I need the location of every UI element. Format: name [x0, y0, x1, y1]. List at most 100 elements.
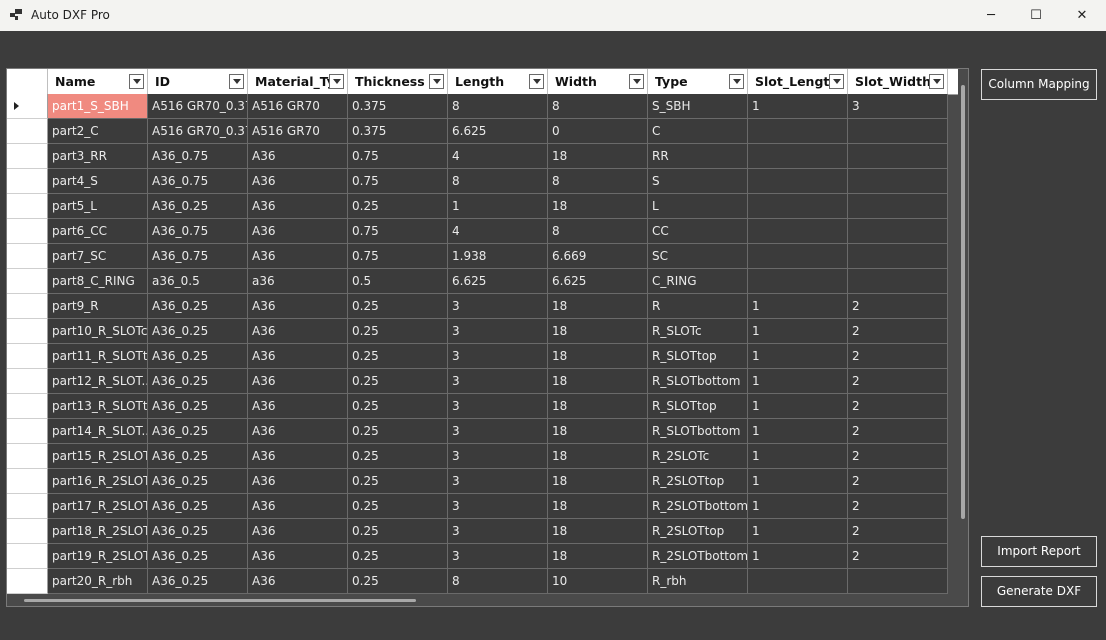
table-cell[interactable]: 2	[848, 344, 948, 369]
table-cell[interactable]: 0.25	[348, 419, 448, 444]
column-mapping-button[interactable]: Column Mapping	[981, 69, 1097, 100]
table-row[interactable]: part19_R_2SLOT...A36_0.25A360.25318R_2SL…	[7, 544, 958, 569]
table-cell[interactable]: 18	[548, 419, 648, 444]
table-cell[interactable]: 2	[848, 469, 948, 494]
table-cell[interactable]: 1	[748, 444, 848, 469]
minimize-button[interactable]: ─	[968, 0, 1014, 31]
table-cell[interactable]: part15_R_2SLOTc	[48, 444, 148, 469]
table-cell[interactable]: A36_0.75	[148, 219, 248, 244]
table-cell[interactable]: A516 GR70	[248, 119, 348, 144]
header-corner[interactable]	[7, 69, 48, 94]
filter-dropdown-icon[interactable]	[329, 74, 344, 89]
table-cell[interactable]: A36_0.25	[148, 519, 248, 544]
row-header[interactable]	[7, 519, 48, 544]
table-cell[interactable]: A36	[248, 344, 348, 369]
table-cell[interactable]: A36_0.25	[148, 469, 248, 494]
table-cell[interactable]: part8_C_RING	[48, 269, 148, 294]
table-cell[interactable]: 3	[448, 369, 548, 394]
column-header[interactable]: Type	[648, 69, 748, 94]
table-cell[interactable]: 18	[548, 369, 648, 394]
row-header[interactable]	[7, 419, 48, 444]
table-cell[interactable]: 0.25	[348, 469, 448, 494]
table-cell[interactable]: A36_0.25	[148, 194, 248, 219]
table-cell[interactable]: SC	[648, 244, 748, 269]
table-cell[interactable]: A36_0.25	[148, 419, 248, 444]
table-cell[interactable]: A36_0.75	[148, 169, 248, 194]
table-cell[interactable]: 0.25	[348, 444, 448, 469]
table-cell[interactable]: RR	[648, 144, 748, 169]
table-cell[interactable]: 3	[448, 294, 548, 319]
table-cell[interactable]: 8	[548, 169, 648, 194]
table-cell[interactable]: A516 GR70_0.375	[148, 119, 248, 144]
table-cell[interactable]: a36	[248, 269, 348, 294]
table-cell[interactable]: 3	[448, 494, 548, 519]
table-cell[interactable]: 0.25	[348, 494, 448, 519]
table-cell[interactable]	[748, 244, 848, 269]
table-cell[interactable]: 18	[548, 444, 648, 469]
table-cell[interactable]: 1	[748, 369, 848, 394]
table-cell[interactable]: 3	[448, 319, 548, 344]
table-cell[interactable]: R_SLOTtop	[648, 394, 748, 419]
row-header[interactable]	[7, 319, 48, 344]
table-cell[interactable]: part3_RR	[48, 144, 148, 169]
table-cell[interactable]: R_SLOTbottom	[648, 419, 748, 444]
table-cell[interactable]: 4	[448, 219, 548, 244]
table-row[interactable]: part4_S A36_0.75 A36 0.75 8 8 S	[7, 169, 958, 194]
table-cell[interactable]: 18	[548, 469, 648, 494]
table-cell[interactable]: 0.25	[348, 569, 448, 594]
generate-dxf-button[interactable]: Generate DXF	[981, 576, 1097, 607]
table-cell[interactable]: 0	[548, 119, 648, 144]
table-cell[interactable]: 18	[548, 394, 648, 419]
horizontal-scroll-thumb[interactable]	[24, 599, 416, 602]
table-cell[interactable]: A36_0.75	[148, 144, 248, 169]
table-cell[interactable]: 0.375	[348, 94, 448, 119]
table-cell[interactable]: 8	[448, 569, 548, 594]
table-cell[interactable]	[748, 119, 848, 144]
table-cell[interactable]: 2	[848, 419, 948, 444]
table-cell[interactable]: R_SLOTc	[648, 319, 748, 344]
row-header[interactable]	[7, 444, 48, 469]
table-cell[interactable]: 0.25	[348, 294, 448, 319]
table-cell[interactable]: A36_0.25	[148, 319, 248, 344]
table-cell[interactable]: A36	[248, 469, 348, 494]
table-cell[interactable]	[848, 119, 948, 144]
table-cell[interactable]: 1	[748, 94, 848, 119]
table-cell[interactable]: R_2SLOTtop	[648, 519, 748, 544]
table-cell[interactable]: A36	[248, 444, 348, 469]
filter-dropdown-icon[interactable]	[129, 74, 144, 89]
table-row[interactable]: part3_RR A36_0.75 A36 0.75 4 18 RR	[7, 144, 958, 169]
table-cell[interactable]: part5_L	[48, 194, 148, 219]
table-cell[interactable]: part11_R_SLOTt...	[48, 344, 148, 369]
table-row[interactable]: part6_CC A36_0.75 A36 0.75 4 8 CC	[7, 219, 958, 244]
data-grid[interactable]: Name ID Material_Ty Thickness Length Width Typ…	[6, 68, 969, 607]
table-cell[interactable]: A36	[248, 244, 348, 269]
table-cell[interactable]	[748, 144, 848, 169]
table-cell[interactable]: A36_0.25	[148, 569, 248, 594]
table-row[interactable]: part8_C_RING a36_0.5 a36 0.5 6.625 6.625 C_RIN…	[7, 269, 958, 294]
table-cell[interactable]: A36	[248, 494, 348, 519]
table-cell[interactable]: A36_0.25	[148, 494, 248, 519]
row-header[interactable]	[7, 544, 48, 569]
table-cell[interactable]: A36_0.25	[148, 544, 248, 569]
table-cell[interactable]: A36	[248, 194, 348, 219]
table-cell[interactable]: 1.938	[448, 244, 548, 269]
column-header[interactable]: Material_Ty	[248, 69, 348, 94]
table-cell[interactable]: 1	[748, 544, 848, 569]
table-cell[interactable]: 3	[448, 394, 548, 419]
table-cell[interactable]: S	[648, 169, 748, 194]
table-cell[interactable]: R_SLOTtop	[648, 344, 748, 369]
table-row[interactable]: part11_R_SLOTt...A36_0.25A360.25318R_SLO…	[7, 344, 958, 369]
table-cell[interactable]: 0.25	[348, 369, 448, 394]
table-cell[interactable]	[848, 269, 948, 294]
table-cell[interactable]: L	[648, 194, 748, 219]
row-header[interactable]	[7, 569, 48, 594]
table-row[interactable]: part15_R_2SLOTc A36_0.25 A36 0.25 3 18 R_2SLOT…	[7, 444, 958, 469]
table-cell[interactable]: A36	[248, 169, 348, 194]
table-row[interactable]: part14_R_SLOT... A36_0.25 A36 0.25 3 18 R_SLOT…	[7, 419, 958, 444]
table-cell[interactable]: part12_R_SLOT...	[48, 369, 148, 394]
table-cell[interactable]: 1	[748, 494, 848, 519]
close-button[interactable]: ✕	[1059, 0, 1105, 31]
table-row[interactable]: part17_R_2SLOT...A36_0.25A360.25318R_2SL…	[7, 494, 958, 519]
table-cell[interactable]: 6.625	[548, 269, 648, 294]
table-cell[interactable]: 0.25	[348, 344, 448, 369]
